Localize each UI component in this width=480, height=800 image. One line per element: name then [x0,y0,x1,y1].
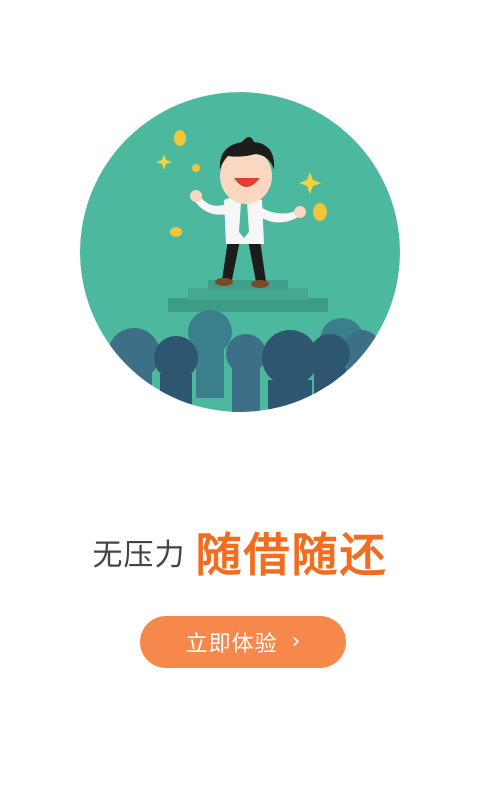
try-now-button[interactable]: 立即体验 › [140,616,346,668]
splash-page: 无压力 随借随还 立即体验 › [0,0,480,800]
hero-illustration [80,92,400,412]
celebrating-man-illustration [80,92,400,412]
try-now-label: 立即体验 [185,632,278,657]
slogan-prefix: 无压力 [92,538,186,573]
slogan: 无压力 随借随还 [0,522,480,582]
slogan-highlight: 随借随还 [195,528,388,582]
chevron-right-icon: › [291,629,301,654]
